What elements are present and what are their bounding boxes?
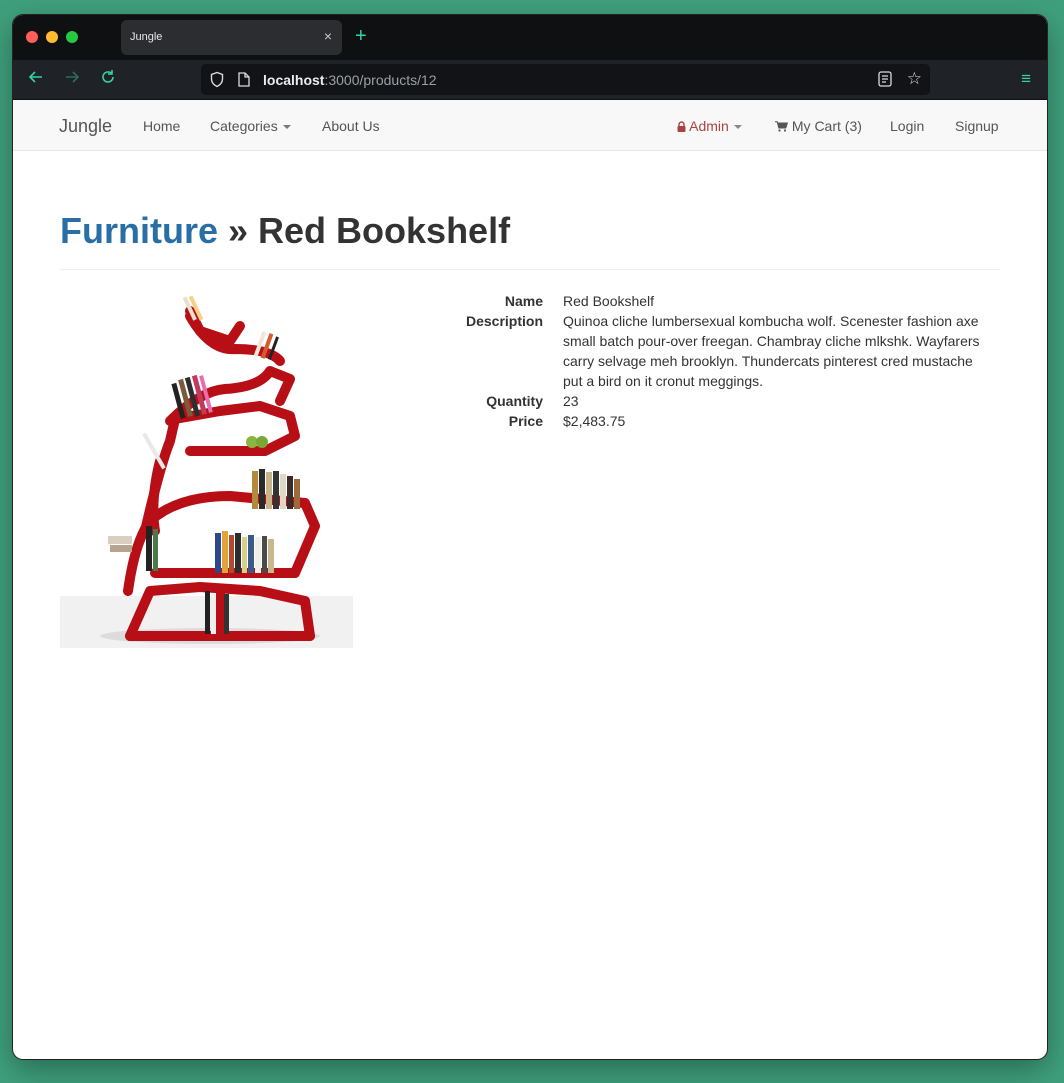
url-path: :3000/products/12 xyxy=(324,72,437,88)
reader-view-icon[interactable] xyxy=(878,71,892,92)
minimize-window-button[interactable] xyxy=(46,31,58,43)
category-link[interactable]: Furniture xyxy=(60,210,218,251)
nav-home-link[interactable]: Home xyxy=(143,118,180,134)
site-navbar: Jungle Home Categories About Us Admin My… xyxy=(13,100,1047,151)
nav-categories-label: Categories xyxy=(210,118,278,134)
chevron-down-icon xyxy=(733,125,742,130)
detail-row-quantity: Quantity 23 xyxy=(453,391,1000,411)
browser-titlebar: Jungle × + xyxy=(13,15,1047,60)
product-details: Name Red Bookshelf Description Quinoa cl… xyxy=(453,291,1000,431)
nav-about-link[interactable]: About Us xyxy=(322,118,380,134)
detail-label: Description xyxy=(465,313,543,329)
nav-signup-link[interactable]: Signup xyxy=(955,118,999,134)
page-title: Furniture » Red Bookshelf xyxy=(60,211,1000,251)
detail-value: 23 xyxy=(563,393,579,409)
cart-icon xyxy=(775,121,789,132)
url-host: localhost xyxy=(263,72,325,88)
detail-value: $2,483.75 xyxy=(563,413,626,429)
hamburger-menu-icon[interactable]: ≡ xyxy=(1021,70,1031,88)
breadcrumb-separator: » xyxy=(218,210,259,251)
tab-title: Jungle xyxy=(130,31,163,43)
nav-admin-label: Admin xyxy=(689,118,729,134)
lock-icon xyxy=(677,121,686,132)
reload-icon[interactable] xyxy=(99,68,117,91)
new-tab-button[interactable]: + xyxy=(355,25,367,47)
address-bar[interactable]: localhost:3000/products/12 ☆ xyxy=(201,64,930,95)
nav-categories-dropdown[interactable]: Categories xyxy=(210,118,291,134)
page-icon xyxy=(238,72,250,92)
detail-label: Price xyxy=(508,413,543,429)
detail-value: Quinoa cliche lumbersexual kombucha wolf… xyxy=(563,313,980,389)
shield-icon[interactable] xyxy=(209,71,225,93)
back-arrow-icon[interactable] xyxy=(27,68,45,91)
close-tab-icon[interactable]: × xyxy=(324,28,332,44)
page-header: Furniture » Red Bookshelf xyxy=(60,211,1000,270)
maximize-window-button[interactable] xyxy=(66,31,78,43)
browser-toolbar: localhost:3000/products/12 ☆ ≡ xyxy=(13,60,1047,100)
nav-login-link[interactable]: Login xyxy=(890,118,924,134)
chevron-down-icon xyxy=(282,125,291,130)
url-text: localhost:3000/products/12 xyxy=(263,72,437,88)
nav-cart-link[interactable]: My Cart (3) xyxy=(775,118,862,134)
brand-link[interactable]: Jungle xyxy=(59,116,112,137)
detail-value: Red Bookshelf xyxy=(563,293,655,309)
browser-window: Jungle × + localhost:3000/products/12 ☆ xyxy=(13,15,1047,1059)
detail-row-name: Name Red Bookshelf xyxy=(453,291,1000,311)
bookmark-star-icon[interactable]: ☆ xyxy=(907,69,922,89)
nav-admin-dropdown[interactable]: Admin xyxy=(677,118,742,134)
detail-label: Name xyxy=(504,293,543,309)
browser-tab[interactable]: Jungle × xyxy=(121,20,342,55)
product-image xyxy=(60,291,353,648)
product-title: Red Bookshelf xyxy=(258,210,511,251)
nav-cart-label: My Cart (3) xyxy=(791,118,862,134)
close-window-button[interactable] xyxy=(26,31,38,43)
detail-row-description: Description Quinoa cliche lumbersexual k… xyxy=(453,311,1000,391)
detail-label: Quantity xyxy=(486,393,543,409)
forward-arrow-icon[interactable] xyxy=(63,68,81,91)
detail-row-price: Price $2,483.75 xyxy=(453,411,1000,431)
